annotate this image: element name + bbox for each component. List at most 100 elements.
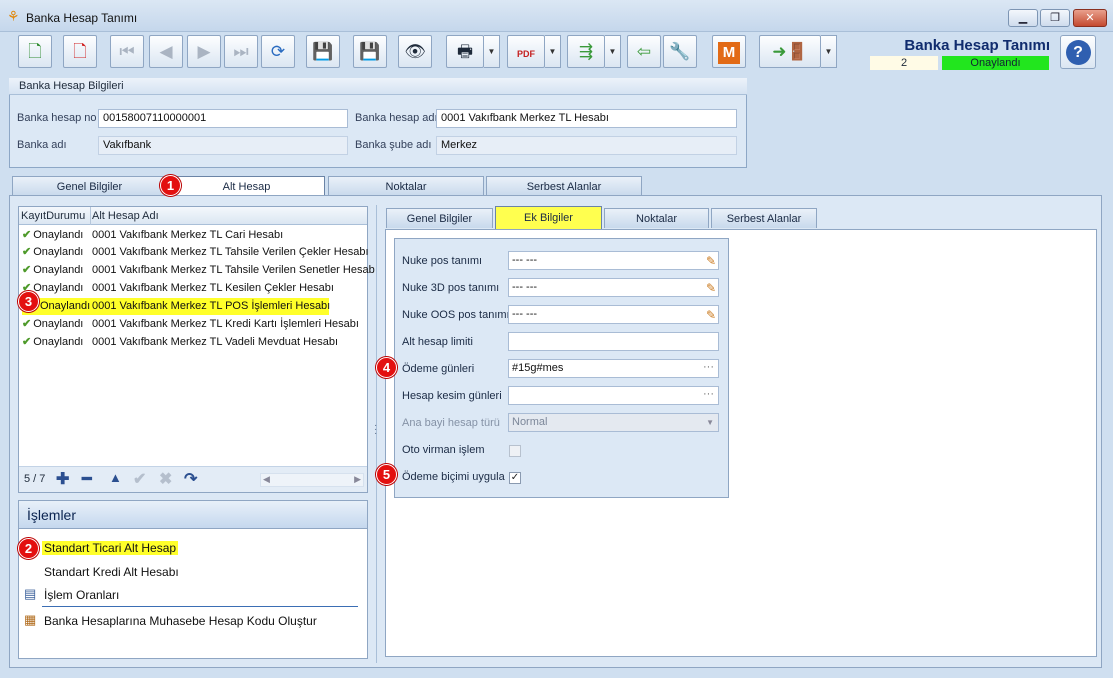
cancel-icon[interactable]: ✖ (159, 469, 172, 489)
exit-door-icon: ➜🚪 (772, 42, 808, 61)
alt-hesap-grid: KayıtDurumu Alt Hesap Adı ✔ Onaylandı 0001… (18, 206, 375, 493)
standart-ticari-alt-hesap-link[interactable]: Standart Ticari Alt Hesap (42, 541, 179, 555)
preview-button[interactable]: 👁 (398, 35, 432, 68)
oto-virman-checkbox[interactable] (509, 445, 521, 457)
ledger-icon: ▦ (24, 612, 37, 627)
table-row[interactable]: ✔ Onaylandı 0001 Vakıfbank Merkez TL Tahsi… (19, 262, 375, 279)
pdf-dropdown[interactable]: ▼ (545, 35, 561, 68)
hesap-kesim-gunleri-field[interactable]: ··· (508, 386, 719, 405)
restore-button[interactable]: ❐ (1040, 9, 1070, 27)
print-dropdown[interactable]: ▼ (484, 35, 500, 68)
exit-button[interactable]: ➜🚪 (759, 35, 821, 68)
standart-kredi-alt-hesabi-link[interactable]: Standart Kredi Alt Hesabı (44, 565, 179, 579)
odeme-gunleri-field[interactable]: #15g#mes ··· (508, 359, 719, 378)
import-button[interactable]: ⇦ (627, 35, 661, 68)
nuke-3d-pos-label: Nuke 3D pos tanımı (402, 282, 500, 294)
help-button[interactable]: ? (1060, 35, 1096, 69)
close-button[interactable]: ✕ (1073, 9, 1107, 27)
first-record-button[interactable]: ⏮ (110, 35, 144, 68)
nuke-3d-pos-field[interactable]: --- --- ✎ (508, 278, 719, 297)
last-icon: ⏭ (233, 42, 249, 61)
save-close-button[interactable]: 💾 (353, 35, 387, 68)
splitter-grip-icon[interactable]: · · · (374, 421, 377, 439)
minimize-button[interactable]: ▁ (1008, 9, 1038, 27)
tools-button[interactable]: 🔧 (663, 35, 697, 68)
odeme-gunleri-label: Ödeme günleri (402, 363, 475, 375)
odeme-bicimi-checkbox[interactable]: ✓ (509, 472, 521, 484)
scroll-left-icon[interactable]: ◀ (263, 474, 270, 485)
table-row-selected[interactable]: Onaylandı 0001 Vakıfbank Merkez TL POS İş… (19, 298, 367, 315)
banka-adi-label: Banka adı (17, 139, 67, 151)
tab-genel-bilgiler[interactable]: Genel Bilgiler (12, 176, 167, 196)
window-title: Banka Hesap Tanımı (26, 11, 138, 25)
nuke-pos-label: Nuke pos tanımı (402, 255, 483, 267)
check-icon: ✔ (22, 229, 32, 241)
scroll-right-icon[interactable]: ▶ (354, 474, 361, 485)
save-button[interactable]: 💾 (306, 35, 340, 68)
ellipsis-icon[interactable]: ··· (703, 386, 714, 403)
tab-alt-hesap[interactable]: Alt Hesap (168, 176, 325, 196)
grid-header: KayıtDurumu Alt Hesap Adı (19, 207, 367, 225)
table-row[interactable]: ✔ Onaylandı 0001 Vakıfbank Merkez TL Tahsi… (19, 244, 369, 261)
add-row-icon[interactable]: ✚ (56, 469, 69, 489)
export-button[interactable]: ⇶ (567, 35, 605, 68)
column-kayit-durumu[interactable]: KayıtDurumu (21, 207, 91, 225)
tab-noktalar[interactable]: Noktalar (328, 176, 484, 196)
pdf-icon: PDF (517, 49, 535, 59)
last-record-button[interactable]: ⏭ (224, 35, 258, 68)
tab-serbest-alanlar[interactable]: Serbest Alanlar (486, 176, 642, 196)
chevron-down-icon: ▼ (706, 418, 714, 427)
nuke-oos-pos-field[interactable]: --- --- ✎ (508, 305, 719, 324)
sube-adi-field[interactable]: Merkez (436, 136, 737, 155)
subtab-genel-bilgiler[interactable]: Genel Bilgiler (386, 208, 493, 228)
edit-pencil-icon[interactable]: ✎ (706, 307, 716, 324)
pdf-button[interactable]: PDF (507, 35, 545, 68)
previous-icon: ◀ (159, 42, 173, 61)
remove-row-icon[interactable]: ━ (82, 469, 92, 489)
column-alt-hesap-adi[interactable]: Alt Hesap Adı (92, 207, 159, 225)
print-button[interactable]: 🖶 (446, 35, 484, 68)
operations-divider (42, 606, 358, 607)
hesap-adi-field[interactable]: 0001 Vakıfbank Merkez TL Hesabı (436, 109, 737, 128)
delete-record-button[interactable]: 🗋 (63, 35, 97, 68)
form-title: Banka Hesap Tanımı (904, 37, 1050, 54)
ellipsis-icon[interactable]: ··· (703, 359, 714, 376)
group-title: Banka Hesap Bilgileri (9, 78, 747, 95)
nuke-pos-field[interactable]: --- --- ✎ (508, 251, 719, 270)
callout-2: 2 (18, 538, 39, 559)
islem-oranlari-link[interactable]: İşlem Oranları (44, 588, 119, 602)
hesap-no-field[interactable]: 00158007110000001 (98, 109, 348, 128)
exit-dropdown[interactable]: ▼ (821, 35, 837, 68)
next-record-button[interactable]: ▶ (187, 35, 221, 68)
export-dropdown[interactable]: ▼ (605, 35, 621, 68)
table-row[interactable]: ✔ Onaylandı 0001 Vakıfbank Merkez TL Cari … (19, 227, 367, 244)
sube-adi-label: Banka şube adı (355, 139, 432, 151)
title-bar: ⚘ Banka Hesap Tanımı ▁ ❐ ✕ (0, 0, 1113, 32)
confirm-icon[interactable]: ✔ (133, 469, 146, 489)
new-record-button[interactable]: 🗋 (18, 35, 52, 68)
alt-hesap-limiti-label: Alt hesap limiti (402, 336, 473, 348)
grid-navigator: 5 / 7 ✚ ━ ▲ ✔ ✖ ↷ ◀ ▶ (19, 466, 367, 492)
subtab-noktalar[interactable]: Noktalar (604, 208, 709, 228)
move-up-icon[interactable]: ▲ (109, 470, 122, 485)
ana-bayi-hesap-turu-label: Ana bayi hesap türü (402, 417, 500, 429)
hesap-no-label: Banka hesap no (17, 112, 97, 124)
table-row[interactable]: ✔ Onaylandı 0001 Vakıfbank Merkez TL Kesil… (19, 280, 367, 297)
alt-hesap-limiti-field[interactable] (508, 332, 719, 351)
ana-bayi-hesap-turu-select[interactable]: Normal ▼ (508, 413, 719, 432)
edit-pencil-icon[interactable]: ✎ (706, 280, 716, 297)
m-icon: M (718, 42, 740, 64)
banka-adi-field[interactable]: Vakıfbank (98, 136, 348, 155)
subtab-serbest-alanlar[interactable]: Serbest Alanlar (711, 208, 817, 228)
subtab-ek-bilgiler[interactable]: Ek Bilgiler (495, 206, 602, 229)
table-row[interactable]: ✔ Onaylandı 0001 Vakıfbank Merkez TL Vadel… (19, 334, 367, 351)
m-button[interactable]: M (712, 35, 746, 68)
horizontal-scrollbar[interactable]: ◀ ▶ (260, 473, 364, 487)
refresh-row-icon[interactable]: ↷ (184, 469, 197, 489)
edit-pencil-icon[interactable]: ✎ (706, 253, 716, 270)
refresh-button[interactable]: ⟳ (261, 35, 295, 68)
table-row[interactable]: ✔ Onaylandı 0001 Vakıfbank Merkez TL Kredi… (19, 316, 367, 333)
muhasebe-hesap-kodu-olustur-link[interactable]: Banka Hesaplarına Muhasebe Hesap Kodu Ol… (44, 614, 317, 628)
import-icon: ⇦ (636, 42, 652, 61)
previous-record-button[interactable]: ◀ (149, 35, 183, 68)
